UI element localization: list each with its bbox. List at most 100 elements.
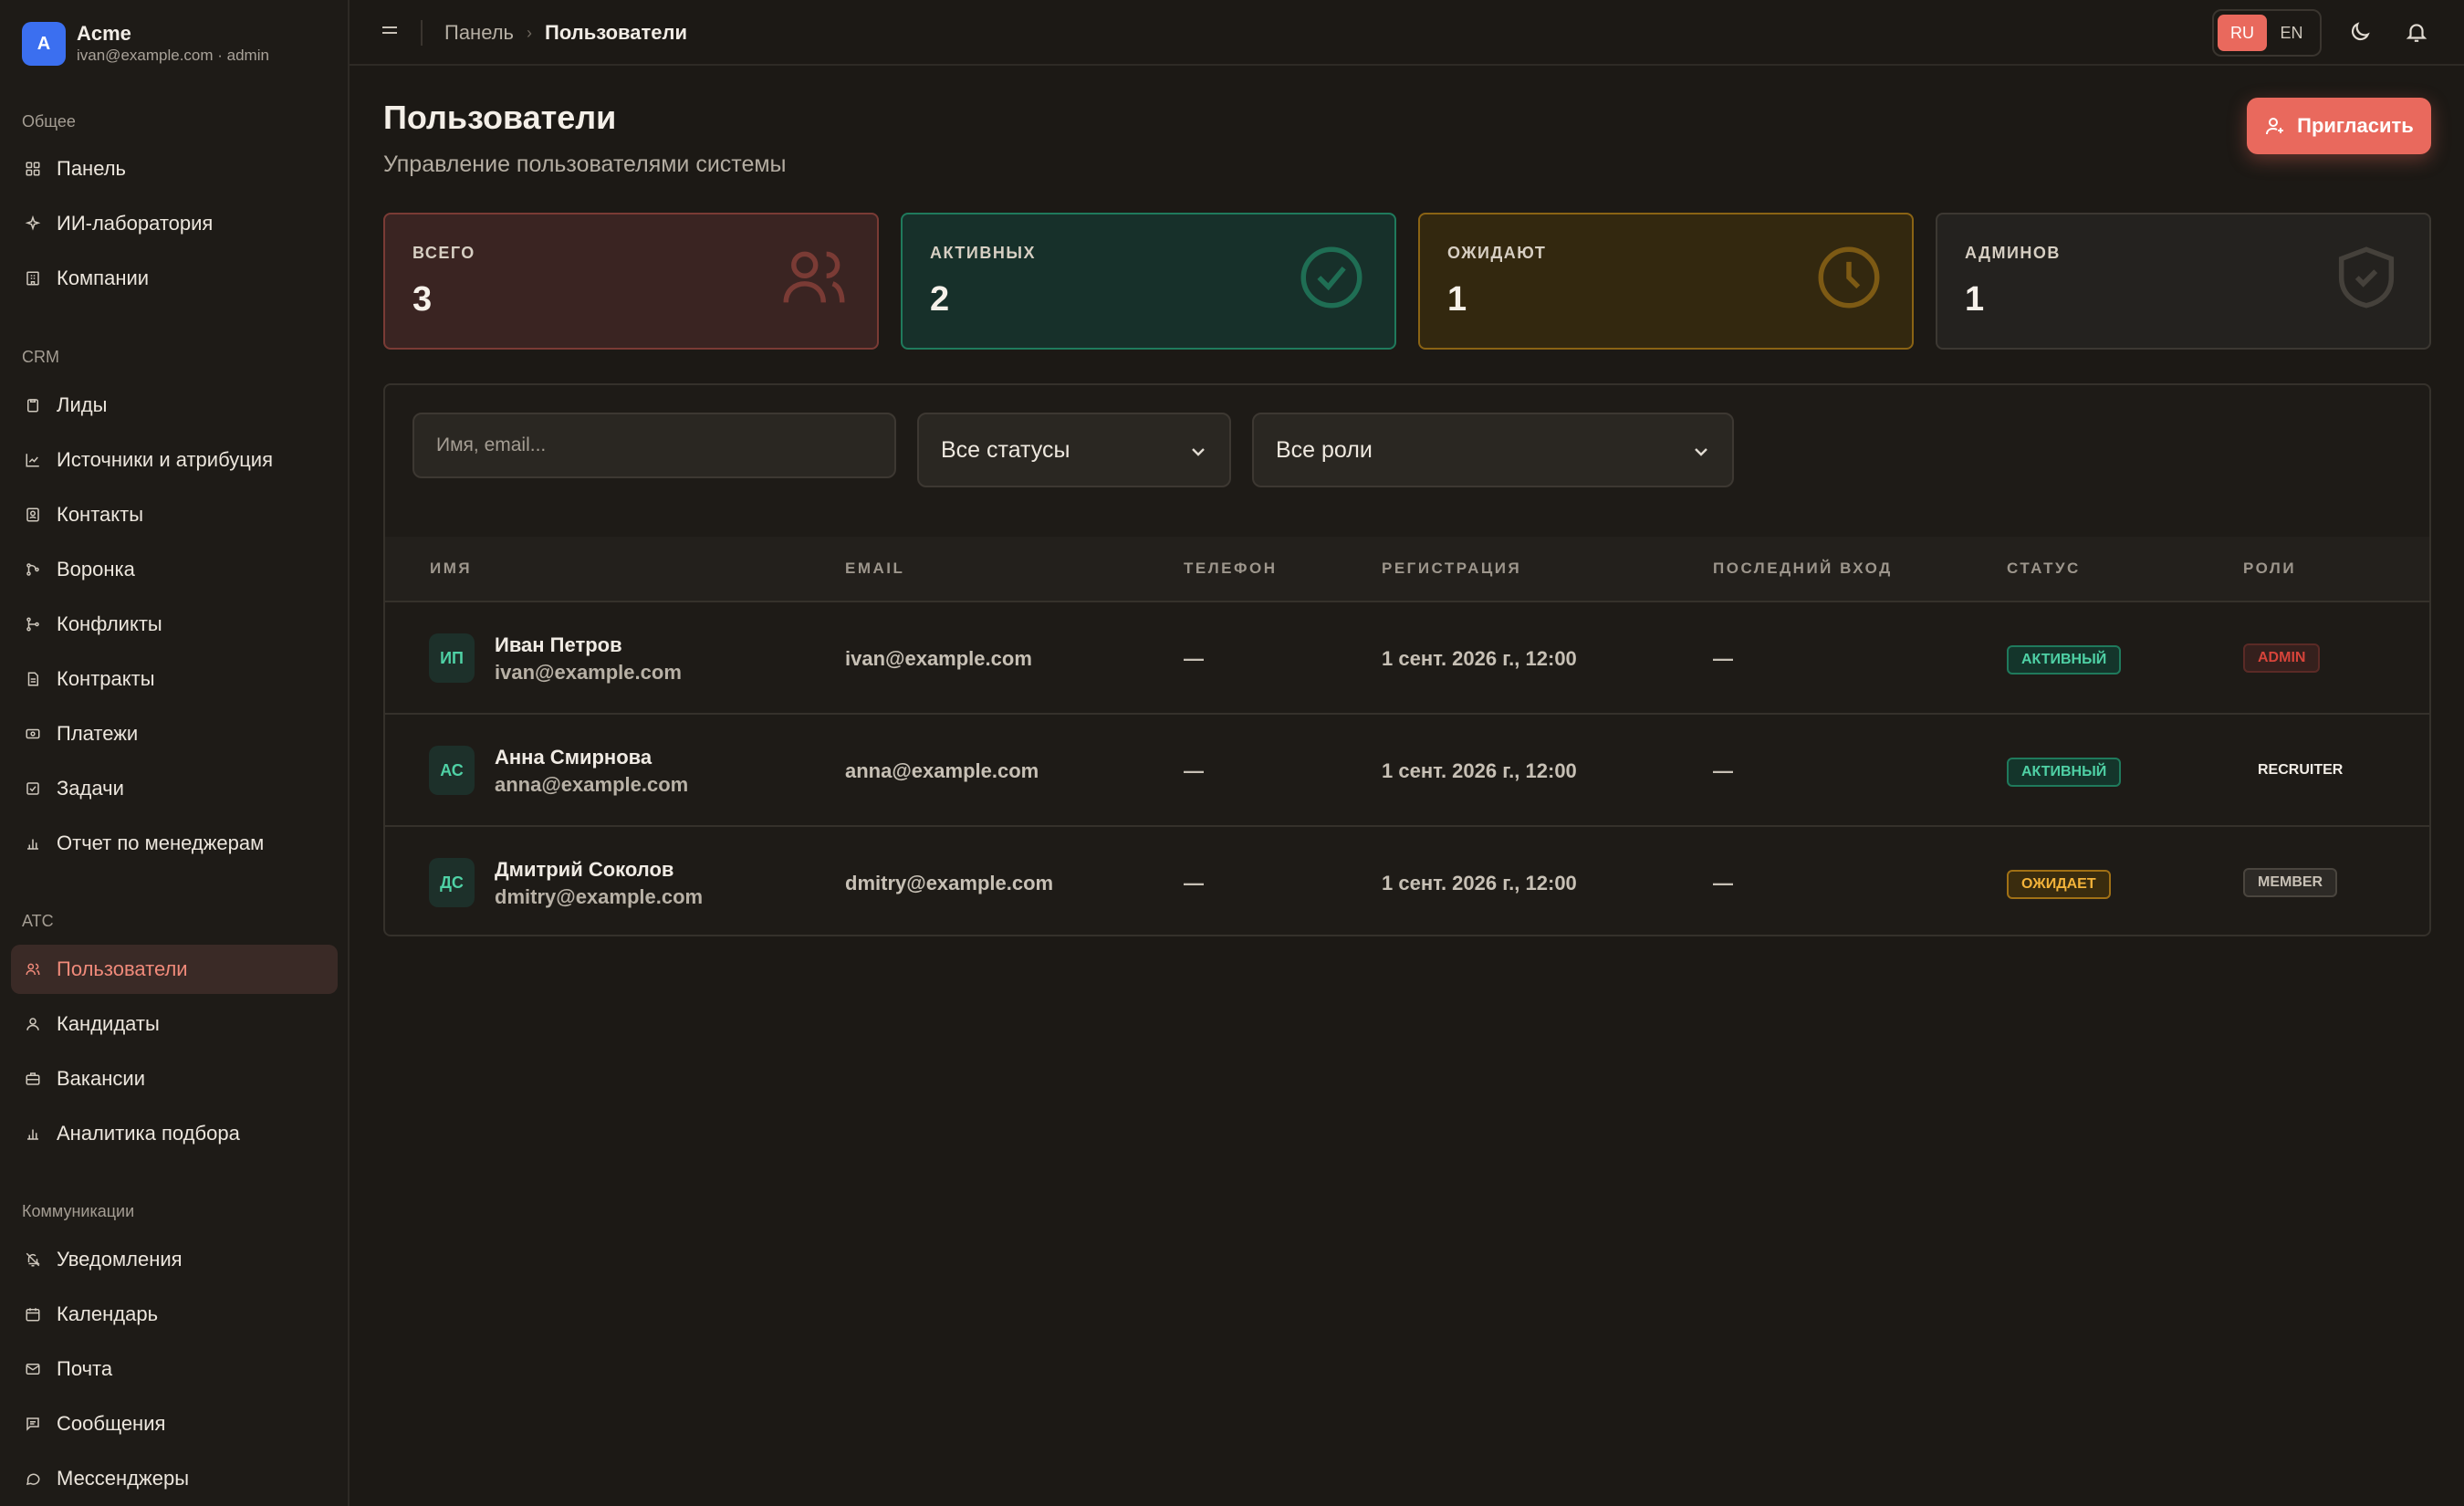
- cell-email: dmitry@example.com: [845, 872, 1054, 894]
- role-filter-value: Все роли: [1276, 436, 1373, 463]
- stat-value: 1: [1447, 280, 1467, 319]
- sidebar-item-label: Сообщения: [57, 1412, 166, 1435]
- moon-icon[interactable]: [2348, 20, 2374, 46]
- sidebar-item-label: Вакансии: [57, 1067, 145, 1090]
- checkbox-icon: [24, 779, 42, 798]
- column-header-last-login[interactable]: ПОСЛЕДНИЙ ВХОД: [1713, 560, 1893, 578]
- avatar: ДС: [429, 858, 475, 907]
- sidebar-item-notifications[interactable]: Уведомления: [11, 1235, 338, 1284]
- sidebar-item-companies[interactable]: Компании: [11, 254, 338, 303]
- table-row[interactable]: ДС Дмитрий Соколов dmitry@example.com dm…: [385, 825, 2429, 935]
- status-badge: АКТИВНЫЙ: [2007, 645, 2122, 675]
- cell-email: ivan@example.com: [845, 647, 1032, 670]
- sidebar-item-dashboard[interactable]: Панель: [11, 144, 338, 193]
- sidebar-item-vacancies[interactable]: Вакансии: [11, 1054, 338, 1103]
- cell-phone: —: [1184, 647, 1204, 670]
- calendar-icon: [24, 1305, 42, 1323]
- sidebar-item-candidates[interactable]: Кандидаты: [11, 999, 338, 1049]
- sidebar-item-label: Источники и атрибуция: [57, 448, 273, 471]
- stat-label: ВСЕГО: [412, 244, 475, 262]
- column-header-name[interactable]: ИМЯ: [430, 560, 472, 578]
- role-badge: RECRUITER: [2258, 762, 2344, 778]
- column-header-phone[interactable]: ТЕЛЕФОН: [1184, 560, 1278, 578]
- role-filter-select[interactable]: Все роли: [1252, 413, 1734, 487]
- users-icon: [24, 960, 42, 978]
- user-name: Анна Смирнова: [495, 746, 653, 769]
- language-ru-button[interactable]: RU: [2218, 15, 2267, 51]
- sidebar-item-users[interactable]: Пользователи: [11, 945, 338, 994]
- brand-subtitle: ivan@example.com · admin: [77, 47, 269, 64]
- sidebar-item-label: Календарь: [57, 1302, 159, 1325]
- stat-value: 3: [412, 280, 433, 319]
- sidebar-item-tasks[interactable]: Задачи: [11, 764, 338, 813]
- building-icon: [24, 269, 42, 288]
- table-row[interactable]: ИП Иван Петров ivan@example.com ivan@exa…: [385, 601, 2429, 713]
- git-branch-icon: [24, 615, 42, 633]
- users-icon: [783, 251, 845, 303]
- cell-last-login: —: [1713, 872, 1733, 894]
- brand-name: Acme: [77, 22, 131, 45]
- sidebar-item-messages[interactable]: Сообщения: [11, 1399, 338, 1448]
- clipboard-icon: [24, 396, 42, 414]
- breadcrumb-item-dashboard[interactable]: Панель: [444, 21, 514, 45]
- user-email: dmitry@example.com: [495, 885, 704, 908]
- page-subtitle: Управление пользователями системы: [383, 152, 787, 177]
- git-merge-icon: [24, 560, 42, 579]
- column-header-registered[interactable]: РЕГИСТРАЦИЯ: [1382, 560, 1521, 578]
- stat-card-admins: АДМИНОВ 1: [1936, 213, 2431, 350]
- column-header-status[interactable]: СТАТУС: [2007, 560, 2081, 578]
- status-filter-select[interactable]: Все статусы: [917, 413, 1231, 487]
- cell-registered: 1 сент. 2026 г., 12:00: [1382, 647, 1577, 670]
- sidebar-item-label: Платежи: [57, 722, 139, 745]
- sidebar-item-label: Аналитика подбора: [57, 1122, 240, 1145]
- column-header-roles[interactable]: РОЛИ: [2243, 560, 2296, 578]
- language-en-button[interactable]: EN: [2267, 15, 2316, 51]
- sidebar-item-calendar[interactable]: Календарь: [11, 1290, 338, 1339]
- shield-check-icon: [2338, 246, 2395, 309]
- chevron-down-icon: [1192, 448, 1205, 456]
- role-badge: ADMIN: [2243, 643, 2321, 673]
- sidebar-item-leads[interactable]: Лиды: [11, 381, 338, 430]
- mail-icon: [24, 1360, 42, 1378]
- stat-card-active: АКТИВНЫХ 2: [901, 213, 1396, 350]
- search-input[interactable]: [412, 413, 896, 478]
- sidebar-item-contracts[interactable]: Контракты: [11, 654, 338, 704]
- sidebar-item-funnel[interactable]: Воронка: [11, 545, 338, 594]
- sidebar-item-mail[interactable]: Почта: [11, 1344, 338, 1394]
- invite-button[interactable]: Пригласить: [2247, 98, 2431, 154]
- sidebar-item-recruiting-analytics[interactable]: Аналитика подбора: [11, 1109, 338, 1158]
- sidebar-item-sources[interactable]: Источники и атрибуция: [11, 435, 338, 485]
- stat-card-total: ВСЕГО 3: [383, 213, 879, 350]
- sparkles-icon: [24, 214, 42, 233]
- invite-button-label: Пригласить: [2297, 114, 2414, 137]
- sidebar-item-messengers[interactable]: Мессенджеры: [11, 1454, 338, 1503]
- sidebar-item-label: Компании: [57, 267, 150, 289]
- column-header-email[interactable]: EMAIL: [845, 560, 904, 578]
- stat-card-pending: ОЖИДАЮТ 1: [1418, 213, 1914, 350]
- sidebar-item-contacts[interactable]: Контакты: [11, 490, 338, 539]
- sidebar-item-label: Уведомления: [57, 1248, 183, 1271]
- user-email: anna@example.com: [495, 773, 689, 796]
- table-row[interactable]: АС Анна Смирнова anna@example.com anna@e…: [385, 713, 2429, 825]
- breadcrumb-item-current: Пользователи: [545, 21, 688, 44]
- contact-book-icon: [24, 506, 42, 524]
- stat-label: АКТИВНЫХ: [930, 244, 1036, 262]
- briefcase-icon: [24, 1070, 42, 1088]
- menu-icon[interactable]: [379, 20, 404, 46]
- brand[interactable]: A Acme ivan@example.com · admin: [22, 22, 269, 66]
- bell-icon[interactable]: [2405, 20, 2430, 46]
- role-badge: MEMBER: [2243, 868, 2338, 897]
- sidebar-item-manager-report[interactable]: Отчет по менеджерам: [11, 819, 338, 868]
- sidebar-item-label: Кандидаты: [57, 1012, 160, 1035]
- sidebar-item-payments[interactable]: Платежи: [11, 709, 338, 758]
- chart-line-icon: [24, 451, 42, 469]
- file-text-icon: [24, 670, 42, 688]
- message-square-icon: [24, 1415, 42, 1433]
- status-badge: АКТИВНЫЙ: [2007, 758, 2122, 787]
- bar-chart-icon: [24, 834, 42, 852]
- sidebar-item-ai-lab[interactable]: ИИ-лаборатория: [11, 199, 338, 248]
- sidebar-item-conflicts[interactable]: Конфликты: [11, 600, 338, 649]
- cell-registered: 1 сент. 2026 г., 12:00: [1382, 872, 1577, 894]
- nav-section-atc: ATC: [22, 912, 54, 930]
- user-name: Дмитрий Соколов: [495, 858, 674, 881]
